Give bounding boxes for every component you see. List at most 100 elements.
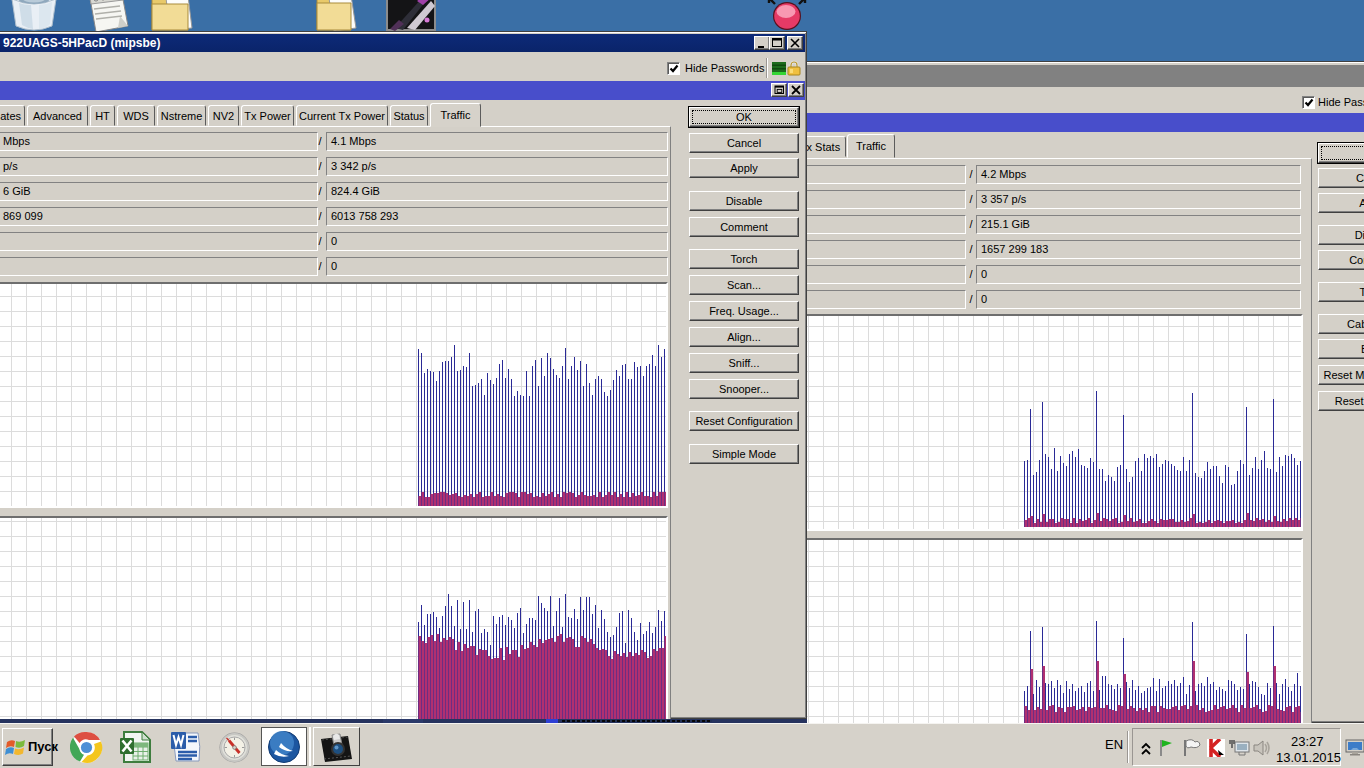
left-field-left-3[interactable]: 869 099 [0,207,318,226]
right-ok-focus-ring [1321,146,1364,160]
left-button-7[interactable]: Freq. Usage... [689,301,799,321]
notepad-icon[interactable] [84,0,134,34]
left-dialog-titlebar[interactable] [0,81,805,100]
right-button-0[interactable]: OK [1318,143,1364,163]
right-field-right-0[interactable]: 4.2 Mbps [976,165,1301,184]
left-tab-6[interactable]: Tx Power [241,105,294,126]
left-button-10[interactable]: Snooper... [689,379,799,399]
folder-icon[interactable] [313,0,367,34]
left-ok-focus-ring [692,110,796,124]
left-tab-3[interactable]: WDS [117,105,155,126]
connection-quality-icon [772,62,786,75]
right-field-right-5[interactable]: 0 [976,290,1301,309]
left-button-11[interactable]: Reset Configuration [689,411,799,431]
left-field-right-5[interactable]: 0 [326,257,668,276]
taskbar: Пуск EN 23:27 13.01 [0,723,1364,768]
left-field-right-0[interactable]: 4.1 Mbps [326,132,668,151]
right-hide-passwords-checkbox[interactable] [1302,96,1315,109]
left-field-right-1[interactable]: 3 342 p/s [326,157,668,176]
left-button-12[interactable]: Simple Mode [689,444,799,464]
left-tab-2[interactable]: HT [90,105,115,126]
left-button-9[interactable]: Sniff... [689,353,799,373]
left-tab-7[interactable]: Current Tx Power [296,105,388,126]
left-field-left-2[interactable]: 6 GiB [0,182,318,201]
excel-icon[interactable] [118,730,153,764]
right-button-8[interactable]: Reset MAC Address [1318,365,1364,385]
chevron-up-icon[interactable] [1140,742,1152,756]
left-tab-1[interactable]: Advanced [27,105,88,126]
start-button[interactable]: Пуск [2,728,53,766]
left-winbox-window: 922UAGS-5HPacD (mipsbe) Hide Passwords a… [0,31,807,719]
left-button-5[interactable]: Torch [689,249,799,269]
task-button-sliver[interactable] [309,727,311,766]
windows-logo-icon [5,736,27,758]
left-tab-9[interactable]: Traffic [430,103,481,127]
left-field-right-2[interactable]: 824.4 GiB [326,182,668,201]
left-dialog-close-button[interactable] [788,83,804,97]
right-button-5[interactable]: Torch [1318,282,1364,302]
word-icon[interactable] [168,730,203,764]
left-window-minimize-button[interactable] [754,36,770,50]
left-button-2[interactable]: Apply [689,158,799,178]
right-button-7[interactable]: Blink [1318,339,1364,359]
left-tab-4[interactable]: Nstreme [157,105,206,126]
green-flag-icon[interactable] [1158,739,1174,757]
secure-lock-icon [787,60,801,76]
left-window-title: 922UAGS-5HPacD (mipsbe) [3,34,160,52]
right-button-1[interactable]: Cancel [1318,168,1364,188]
right-field-separator-5: / [967,290,975,309]
left-button-8[interactable]: Align... [689,327,799,347]
left-window-close-button[interactable] [787,36,803,50]
strip-text-dashes [562,720,712,722]
right-field-right-2[interactable]: 215.1 GiB [976,215,1301,234]
left-field-left-1[interactable]: p/s [0,157,318,176]
left-dialog-restore-button[interactable] [771,83,787,97]
gauge-icon[interactable] [219,732,250,763]
left-window-maximize-button[interactable] [769,36,785,50]
dark-photo-icon[interactable] [385,0,437,32]
capture-task-button[interactable] [313,727,360,766]
left-tab-8[interactable]: Status [390,105,428,126]
tray-clock[interactable]: 23:27 [1291,734,1324,749]
display-monitor-icon[interactable] [1345,739,1364,756]
network-icon[interactable] [1229,738,1251,758]
left-field-left-4[interactable] [0,232,318,251]
left-field-left-0[interactable]: Mbps [0,132,318,151]
pink-ball-icon[interactable] [766,0,808,32]
right-button-2[interactable]: Apply [1318,193,1364,213]
speaker-icon[interactable] [1252,739,1272,757]
right-button-6[interactable]: Cable Test [1318,314,1364,334]
left-button-4[interactable]: Comment [689,217,799,237]
left-hide-passwords-checkbox[interactable] [667,62,680,75]
right-button-4[interactable]: Comment [1318,250,1364,270]
kaspersky-icon[interactable] [1207,739,1225,757]
right-field-separator-4: / [967,265,975,284]
white-flag-icon[interactable] [1181,738,1203,758]
recycle-bin-icon[interactable] [8,0,60,32]
left-button-6[interactable]: Scan... [689,275,799,295]
chrome-icon[interactable] [70,731,103,764]
left-tab-5[interactable]: NV2 [208,105,239,126]
right-field-right-4[interactable]: 0 [976,265,1301,284]
right-button-9[interactable]: Reset Counters [1318,391,1364,411]
right-button-3[interactable]: Disable [1318,225,1364,245]
right-field-right-1[interactable]: 3 357 p/s [976,190,1301,209]
left-button-1[interactable]: Cancel [689,133,799,153]
left-button-3[interactable]: Disable [689,191,799,211]
left-field-left-5[interactable] [0,257,318,276]
right-tab-1[interactable]: Traffic [847,134,895,158]
left-button-0[interactable]: OK [689,107,799,127]
tray-date[interactable]: 13.01.2015 [1276,750,1341,765]
right-field-right-3[interactable]: 1657 299 183 [976,240,1301,259]
winbox-task-button[interactable] [261,727,307,766]
folder-documents-icon[interactable] [148,0,204,34]
left-field-separator-4: / [316,232,324,251]
right-field-separator-0: / [967,165,975,184]
tray-language-indicator[interactable]: EN [1105,737,1123,752]
left-field-right-4[interactable]: 0 [326,232,668,251]
left-field-separator-1: / [316,157,324,176]
left-window-titlebar[interactable]: 922UAGS-5HPacD (mipsbe) [0,34,805,52]
left-field-separator-0: / [316,132,324,151]
left-tab-0[interactable]: ates [0,105,25,126]
left-field-right-3[interactable]: 6013 758 293 [326,207,668,226]
